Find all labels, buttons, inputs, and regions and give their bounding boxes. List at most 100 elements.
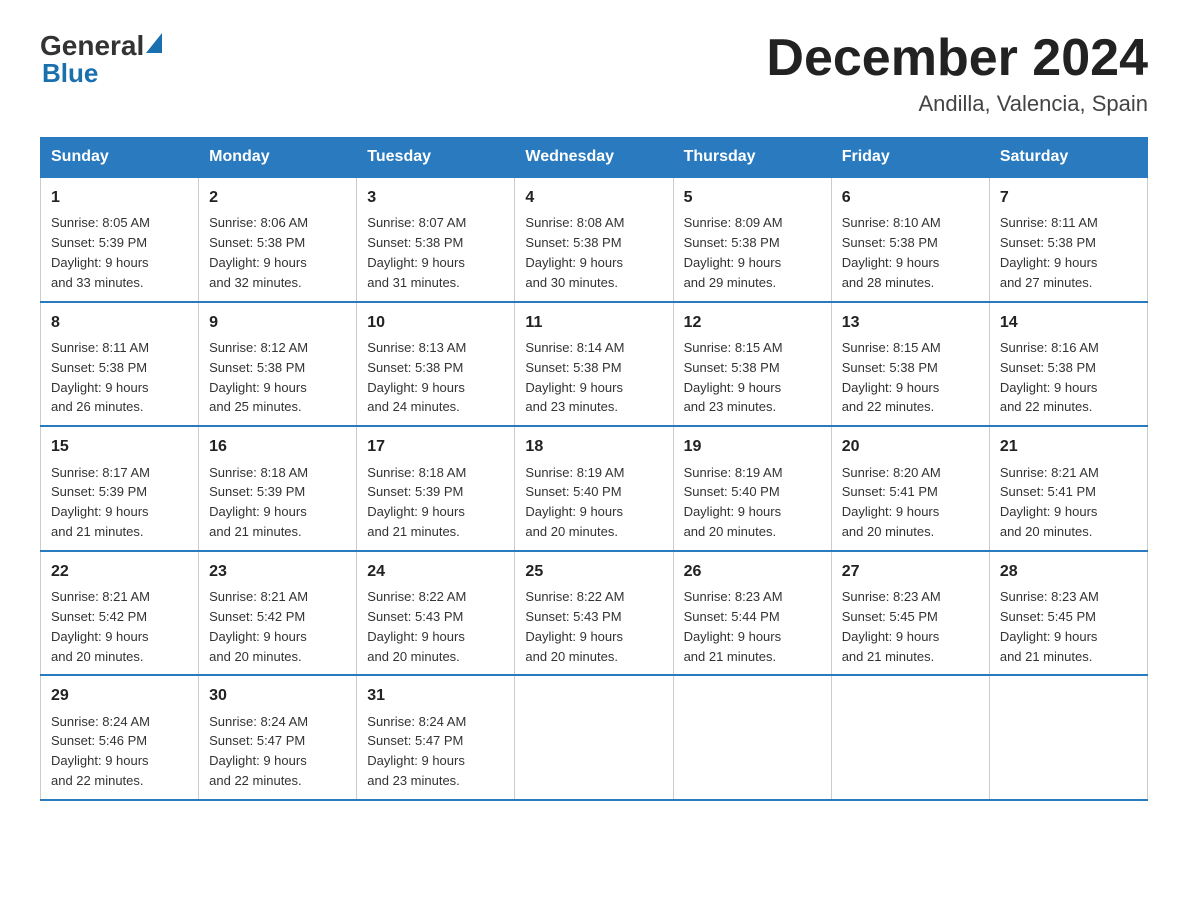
day-info: Sunrise: 8:05 AMSunset: 5:39 PMDaylight:…: [51, 215, 150, 290]
calendar-cell: 26 Sunrise: 8:23 AMSunset: 5:44 PMDayligh…: [673, 551, 831, 676]
calendar-cell: [989, 675, 1147, 800]
day-info: Sunrise: 8:11 AMSunset: 5:38 PMDaylight:…: [1000, 215, 1098, 290]
day-info: Sunrise: 8:17 AMSunset: 5:39 PMDaylight:…: [51, 465, 150, 540]
day-info: Sunrise: 8:21 AMSunset: 5:42 PMDaylight:…: [51, 589, 150, 664]
day-info: Sunrise: 8:15 AMSunset: 5:38 PMDaylight:…: [842, 340, 941, 415]
calendar-cell: 30Sunrise: 8:24 AMSunset: 5:47 PMDayligh…: [199, 675, 357, 800]
header-wednesday: Wednesday: [515, 138, 673, 178]
day-info: Sunrise: 8:15 AMSunset: 5:38 PMDaylight:…: [684, 340, 783, 415]
day-info: Sunrise: 8:19 AMSunset: 5:40 PMDaylight:…: [684, 465, 783, 540]
day-number: 28: [1000, 560, 1137, 583]
calendar-cell: [831, 675, 989, 800]
calendar-cell: 7 Sunrise: 8:11 AMSunset: 5:38 PMDaylight…: [989, 177, 1147, 302]
calendar-cell: 13 Sunrise: 8:15 AMSunset: 5:38 PMDayligh…: [831, 302, 989, 427]
logo-triangle-icon: [146, 33, 162, 53]
day-info: Sunrise: 8:22 AMSunset: 5:43 PMDaylight:…: [525, 589, 624, 664]
day-info: Sunrise: 8:10 AMSunset: 5:38 PMDaylight:…: [842, 215, 941, 290]
calendar-cell: 16 Sunrise: 8:18 AMSunset: 5:39 PMDayligh…: [199, 426, 357, 551]
calendar-header-row: SundayMondayTuesdayWednesdayThursdayFrid…: [41, 138, 1148, 178]
day-info: Sunrise: 8:08 AMSunset: 5:38 PMDaylight:…: [525, 215, 624, 290]
day-info: Sunrise: 8:19 AMSunset: 5:40 PMDaylight:…: [525, 465, 624, 540]
day-info: Sunrise: 8:14 AMSunset: 5:38 PMDaylight:…: [525, 340, 624, 415]
day-number: 26: [684, 560, 821, 583]
calendar-cell: 8Sunrise: 8:11 AMSunset: 5:38 PMDaylight…: [41, 302, 199, 427]
month-title: December 2024: [766, 30, 1148, 87]
day-number: 25: [525, 560, 662, 583]
header-right: December 2024 Andilla, Valencia, Spain: [766, 30, 1148, 117]
day-number: 24: [367, 560, 504, 583]
calendar-cell: 15 Sunrise: 8:17 AMSunset: 5:39 PMDayligh…: [41, 426, 199, 551]
header-friday: Friday: [831, 138, 989, 178]
day-info: Sunrise: 8:23 AMSunset: 5:44 PMDaylight:…: [684, 589, 783, 664]
calendar-cell: 10 Sunrise: 8:13 AMSunset: 5:38 PMDayligh…: [357, 302, 515, 427]
calendar-week-row: 29 Sunrise: 8:24 AMSunset: 5:46 PMDayligh…: [41, 675, 1148, 800]
day-number: 23: [209, 560, 346, 583]
day-info: Sunrise: 8:13 AMSunset: 5:38 PMDaylight:…: [367, 340, 466, 415]
day-number: 2: [209, 186, 346, 209]
day-number: 21: [1000, 435, 1137, 458]
day-info: Sunrise: 8:18 AMSunset: 5:39 PMDaylight:…: [209, 465, 308, 540]
calendar-cell: 20Sunrise: 8:20 AMSunset: 5:41 PMDayligh…: [831, 426, 989, 551]
calendar-cell: 12 Sunrise: 8:15 AMSunset: 5:38 PMDayligh…: [673, 302, 831, 427]
day-number: 8: [51, 311, 188, 334]
day-number: 10: [367, 311, 504, 334]
day-number: 4: [525, 186, 662, 209]
day-number: 29: [51, 684, 188, 707]
day-number: 6: [842, 186, 979, 209]
day-info: Sunrise: 8:18 AMSunset: 5:39 PMDaylight:…: [367, 465, 466, 540]
calendar-week-row: 22 Sunrise: 8:21 AMSunset: 5:42 PMDayligh…: [41, 551, 1148, 676]
calendar-week-row: 1Sunrise: 8:05 AMSunset: 5:39 PMDaylight…: [41, 177, 1148, 302]
calendar-cell: 21 Sunrise: 8:21 AMSunset: 5:41 PMDayligh…: [989, 426, 1147, 551]
calendar-cell: 31Sunrise: 8:24 AMSunset: 5:47 PMDayligh…: [357, 675, 515, 800]
calendar-cell: 19 Sunrise: 8:19 AMSunset: 5:40 PMDayligh…: [673, 426, 831, 551]
day-number: 16: [209, 435, 346, 458]
day-info: Sunrise: 8:07 AMSunset: 5:38 PMDaylight:…: [367, 215, 466, 290]
calendar-cell: 29 Sunrise: 8:24 AMSunset: 5:46 PMDayligh…: [41, 675, 199, 800]
day-info: Sunrise: 8:20 AMSunset: 5:41 PMDaylight:…: [842, 465, 941, 540]
day-number: 12: [684, 311, 821, 334]
calendar-table: SundayMondayTuesdayWednesdayThursdayFrid…: [40, 137, 1148, 801]
day-info: Sunrise: 8:22 AMSunset: 5:43 PMDaylight:…: [367, 589, 466, 664]
day-info: Sunrise: 8:24 AMSunset: 5:47 PMDaylight:…: [209, 714, 308, 789]
day-info: Sunrise: 8:21 AMSunset: 5:42 PMDaylight:…: [209, 589, 308, 664]
calendar-cell: 2 Sunrise: 8:06 AMSunset: 5:38 PMDaylight…: [199, 177, 357, 302]
day-info: Sunrise: 8:16 AMSunset: 5:38 PMDaylight:…: [1000, 340, 1099, 415]
logo: General Blue: [40, 30, 162, 89]
day-number: 5: [684, 186, 821, 209]
day-number: 11: [525, 311, 662, 334]
day-number: 3: [367, 186, 504, 209]
day-number: 27: [842, 560, 979, 583]
day-number: 18: [525, 435, 662, 458]
calendar-cell: 25 Sunrise: 8:22 AMSunset: 5:43 PMDayligh…: [515, 551, 673, 676]
day-number: 15: [51, 435, 188, 458]
calendar-cell: 17 Sunrise: 8:18 AMSunset: 5:39 PMDayligh…: [357, 426, 515, 551]
day-number: 14: [1000, 311, 1137, 334]
day-number: 13: [842, 311, 979, 334]
calendar-week-row: 8Sunrise: 8:11 AMSunset: 5:38 PMDaylight…: [41, 302, 1148, 427]
day-info: Sunrise: 8:23 AMSunset: 5:45 PMDaylight:…: [842, 589, 941, 664]
header-saturday: Saturday: [989, 138, 1147, 178]
day-info: Sunrise: 8:06 AMSunset: 5:38 PMDaylight:…: [209, 215, 308, 290]
day-info: Sunrise: 8:12 AMSunset: 5:38 PMDaylight:…: [209, 340, 308, 415]
logo-blue: Blue: [42, 58, 98, 89]
calendar-cell: 4 Sunrise: 8:08 AMSunset: 5:38 PMDaylight…: [515, 177, 673, 302]
calendar-cell: 27 Sunrise: 8:23 AMSunset: 5:45 PMDayligh…: [831, 551, 989, 676]
calendar-week-row: 15 Sunrise: 8:17 AMSunset: 5:39 PMDayligh…: [41, 426, 1148, 551]
day-number: 31: [367, 684, 504, 707]
location-subtitle: Andilla, Valencia, Spain: [766, 91, 1148, 117]
header-thursday: Thursday: [673, 138, 831, 178]
day-number: 7: [1000, 186, 1137, 209]
day-number: 19: [684, 435, 821, 458]
day-info: Sunrise: 8:09 AMSunset: 5:38 PMDaylight:…: [684, 215, 783, 290]
day-info: Sunrise: 8:21 AMSunset: 5:41 PMDaylight:…: [1000, 465, 1099, 540]
calendar-cell: [673, 675, 831, 800]
calendar-cell: 1Sunrise: 8:05 AMSunset: 5:39 PMDaylight…: [41, 177, 199, 302]
calendar-cell: 28 Sunrise: 8:23 AMSunset: 5:45 PMDayligh…: [989, 551, 1147, 676]
day-number: 17: [367, 435, 504, 458]
header-sunday: Sunday: [41, 138, 199, 178]
day-number: 22: [51, 560, 188, 583]
day-info: Sunrise: 8:23 AMSunset: 5:45 PMDaylight:…: [1000, 589, 1099, 664]
day-info: Sunrise: 8:24 AMSunset: 5:46 PMDaylight:…: [51, 714, 150, 789]
calendar-cell: 23 Sunrise: 8:21 AMSunset: 5:42 PMDayligh…: [199, 551, 357, 676]
calendar-cell: 6 Sunrise: 8:10 AMSunset: 5:38 PMDaylight…: [831, 177, 989, 302]
